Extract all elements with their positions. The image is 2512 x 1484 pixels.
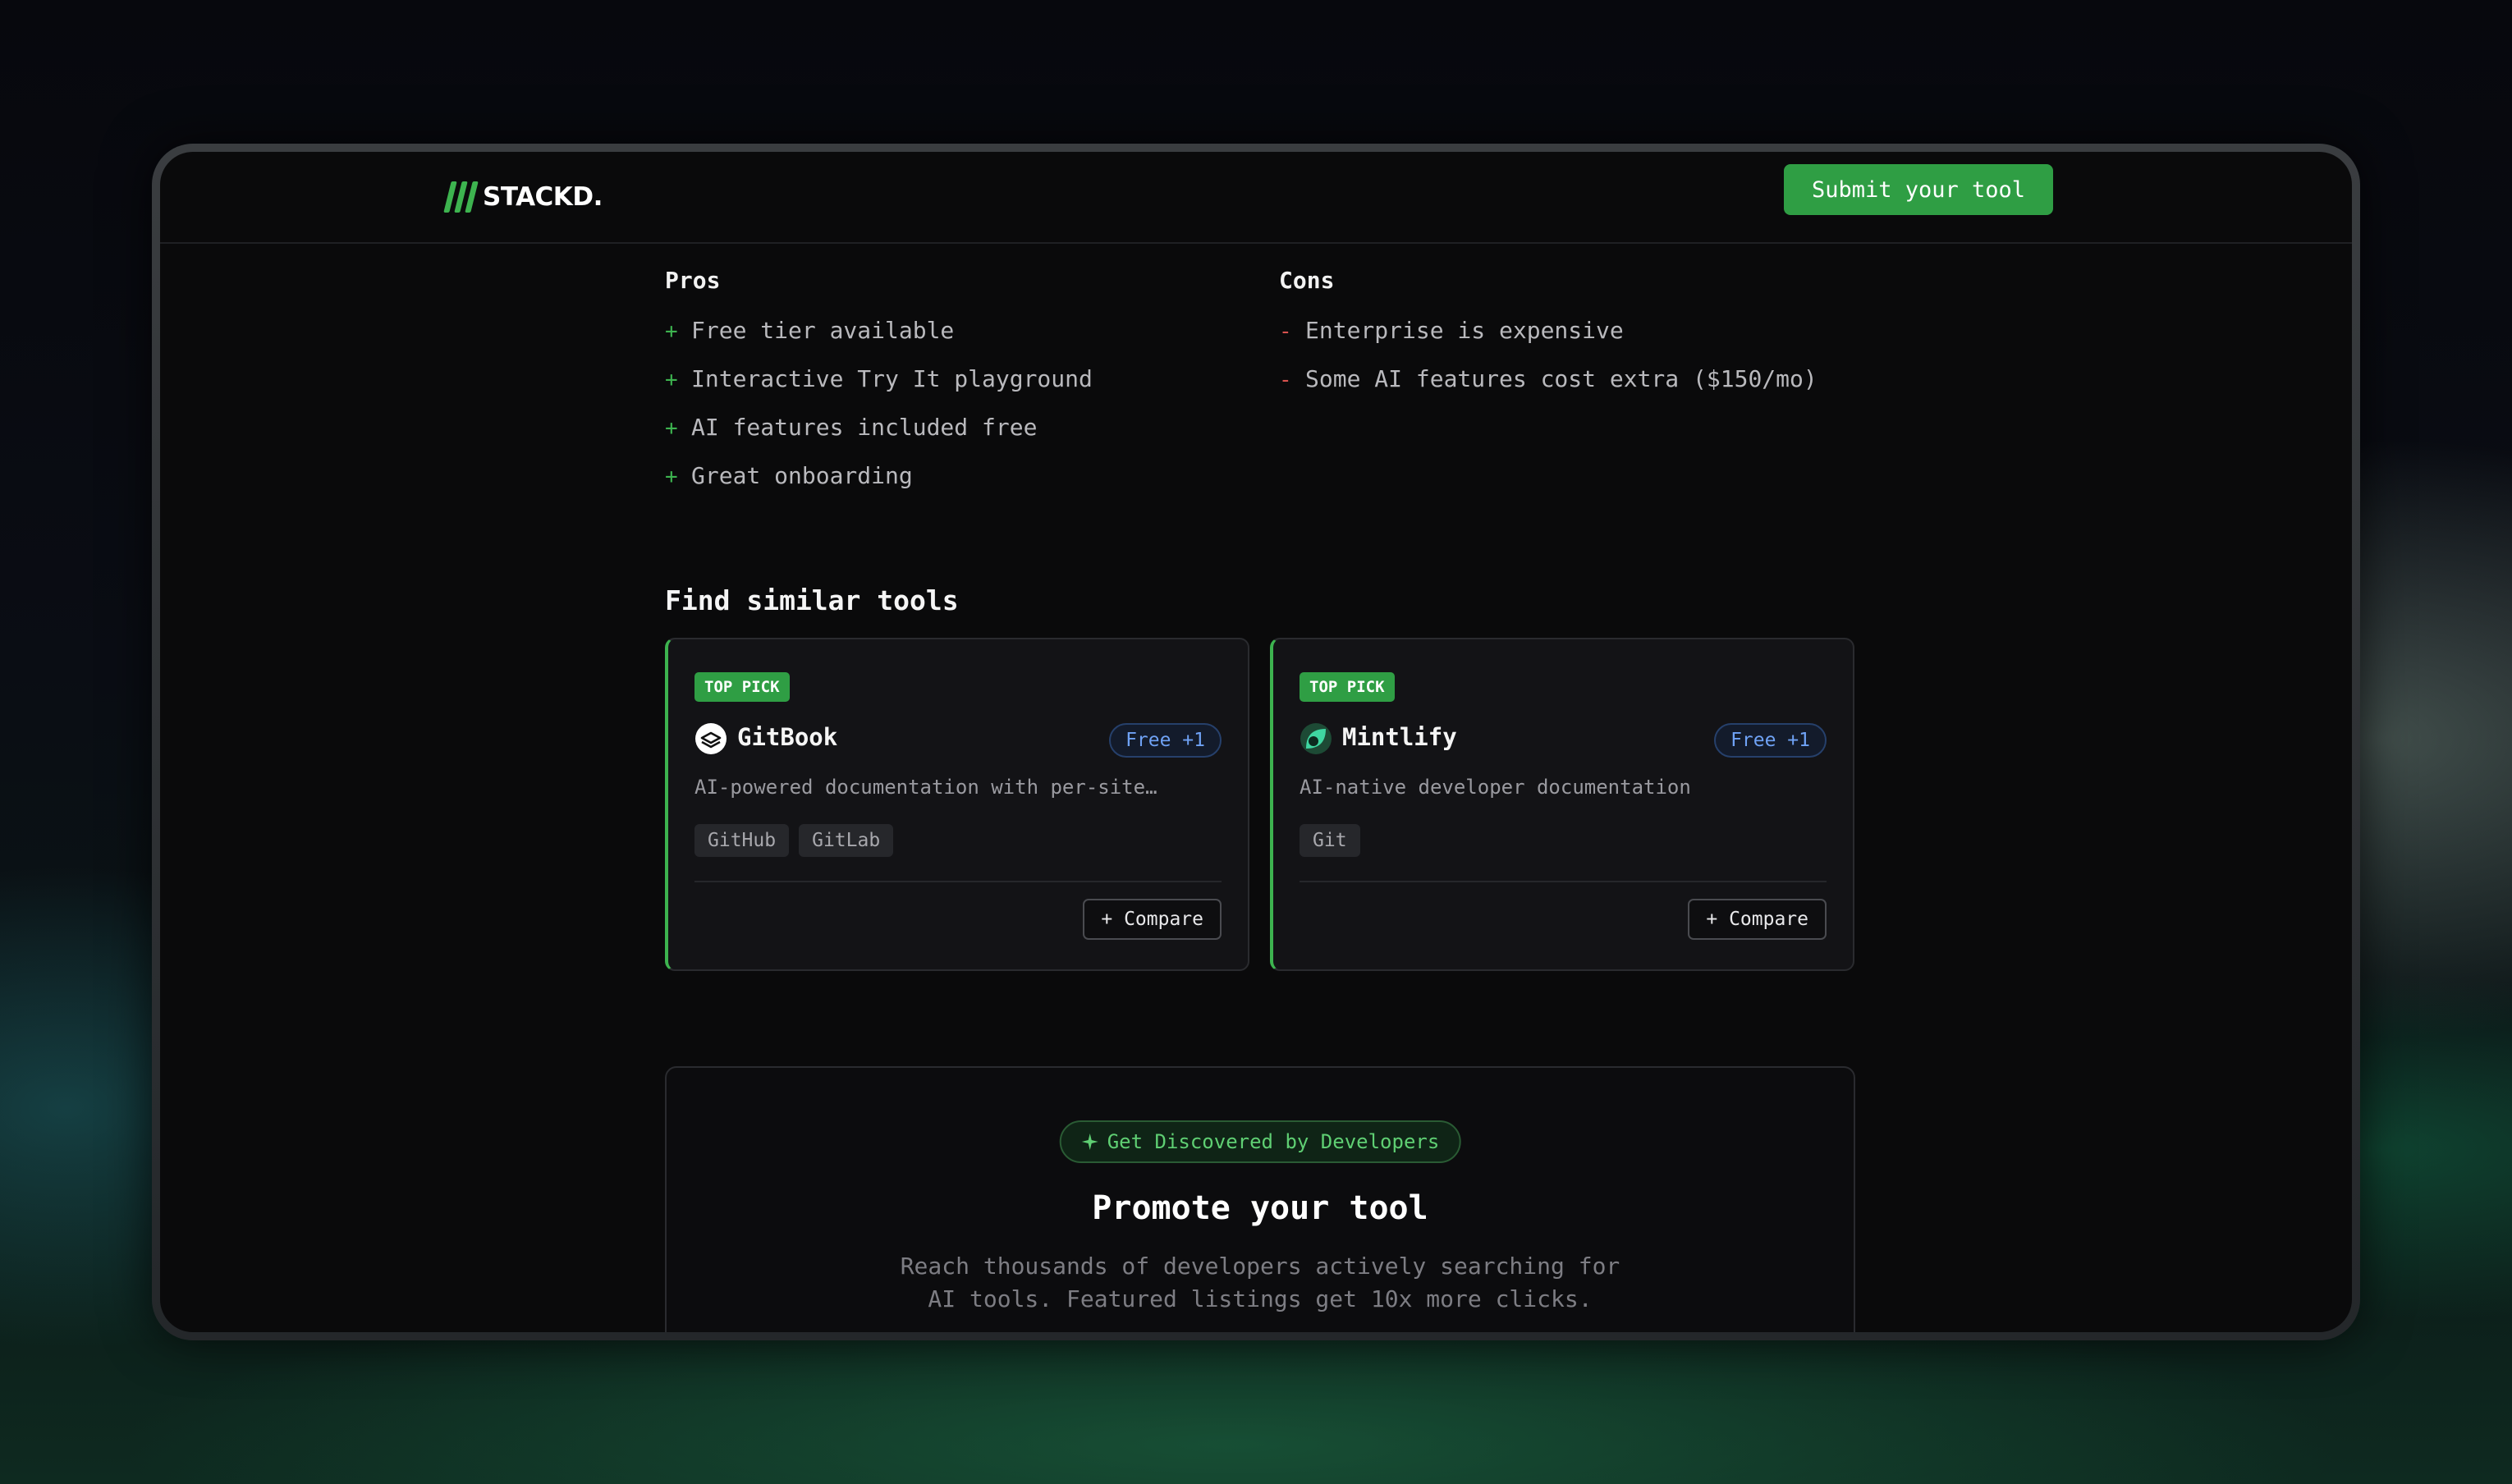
plus-icon: +: [665, 416, 678, 441]
pro-item: + Great onboarding: [665, 462, 913, 489]
plus-icon: +: [665, 465, 678, 489]
promote-tool-section: Get Discovered by Developers Promote you…: [665, 1066, 1855, 1332]
tool-description: AI-native developer documentation: [1300, 776, 1691, 799]
top-pick-badge: TOP PICK: [1300, 672, 1395, 702]
sparkle-icon: [1081, 1134, 1098, 1150]
promo-title: Promote your tool: [1092, 1189, 1428, 1227]
mintlify-logo-icon: [1300, 723, 1332, 754]
promo-description: Reach thousands of developers actively s…: [667, 1250, 1854, 1316]
pro-item: + Interactive Try It playground: [665, 365, 1093, 392]
top-navbar: STACKD. Submit your tool: [160, 152, 2352, 244]
submit-tool-button[interactable]: Submit your tool: [1784, 164, 2053, 215]
tool-description: AI-powered documentation with per-site…: [694, 776, 1157, 799]
integration-tag: GitHub: [694, 824, 790, 857]
top-pick-badge: TOP PICK: [694, 672, 790, 702]
con-item: - Enterprise is expensive: [1279, 317, 1624, 344]
cons-heading: Cons: [1279, 267, 1335, 294]
price-badge: Free +1: [1109, 723, 1222, 758]
plus-icon: +: [665, 368, 678, 392]
plus-icon: +: [665, 319, 678, 344]
promo-text-line: AI tools. Featured listings get 10x more…: [928, 1285, 1593, 1312]
card-divider: [1300, 881, 1827, 882]
tool-card-mintlify[interactable]: TOP PICK Mintlify Free +1 AI-native deve…: [1270, 638, 1854, 971]
pro-item: + AI features included free: [665, 414, 1038, 441]
pros-list: + Free tier available + Interactive Try It…: [665, 317, 1240, 511]
cons-list: - Enterprise is expensive - Some AI featur…: [1279, 317, 1854, 414]
con-item: - Some AI features cost extra ($150/mo): [1279, 365, 1818, 392]
pro-item: + Free tier available: [665, 317, 955, 344]
minus-icon: -: [1279, 368, 1292, 392]
promo-text-line: Reach thousands of developers actively s…: [900, 1253, 1620, 1280]
device-frame: STACKD. Submit your tool Pros + Free tier…: [152, 144, 2360, 1340]
cons-section: Cons - Enterprise is expensive - Some AI f…: [1279, 267, 1854, 414]
stackd-logo[interactable]: STACKD.: [443, 181, 603, 213]
app-screen: STACKD. Submit your tool Pros + Free tier…: [160, 152, 2352, 1332]
tool-card-gitbook[interactable]: TOP PICK GitBook Free +1 AI-powered docu…: [665, 638, 1249, 971]
compare-button[interactable]: + Compare: [1083, 899, 1222, 940]
pros-section: Pros + Free tier available + Interactive T…: [665, 267, 1240, 511]
logo-bars-icon: [443, 181, 479, 213]
minus-icon: -: [1279, 319, 1292, 344]
tag-list: GitHub GitLab: [694, 824, 894, 857]
integration-tag: Git: [1300, 824, 1360, 857]
similar-tools-heading: Find similar tools: [665, 584, 959, 616]
tool-name[interactable]: Mintlify: [1342, 723, 1457, 751]
pill-label: Get Discovered by Developers: [1107, 1130, 1440, 1153]
tool-name[interactable]: GitBook: [737, 723, 837, 751]
price-badge: Free +1: [1714, 723, 1827, 758]
tag-list: Git: [1300, 824, 1360, 857]
integration-tag: GitLab: [799, 824, 894, 857]
logo-text: STACKD.: [483, 182, 603, 212]
compare-button[interactable]: + Compare: [1688, 899, 1827, 940]
gitbook-logo-icon: [695, 723, 727, 754]
discovered-pill: Get Discovered by Developers: [1059, 1120, 1461, 1163]
pros-heading: Pros: [665, 267, 721, 294]
card-divider: [694, 881, 1222, 882]
